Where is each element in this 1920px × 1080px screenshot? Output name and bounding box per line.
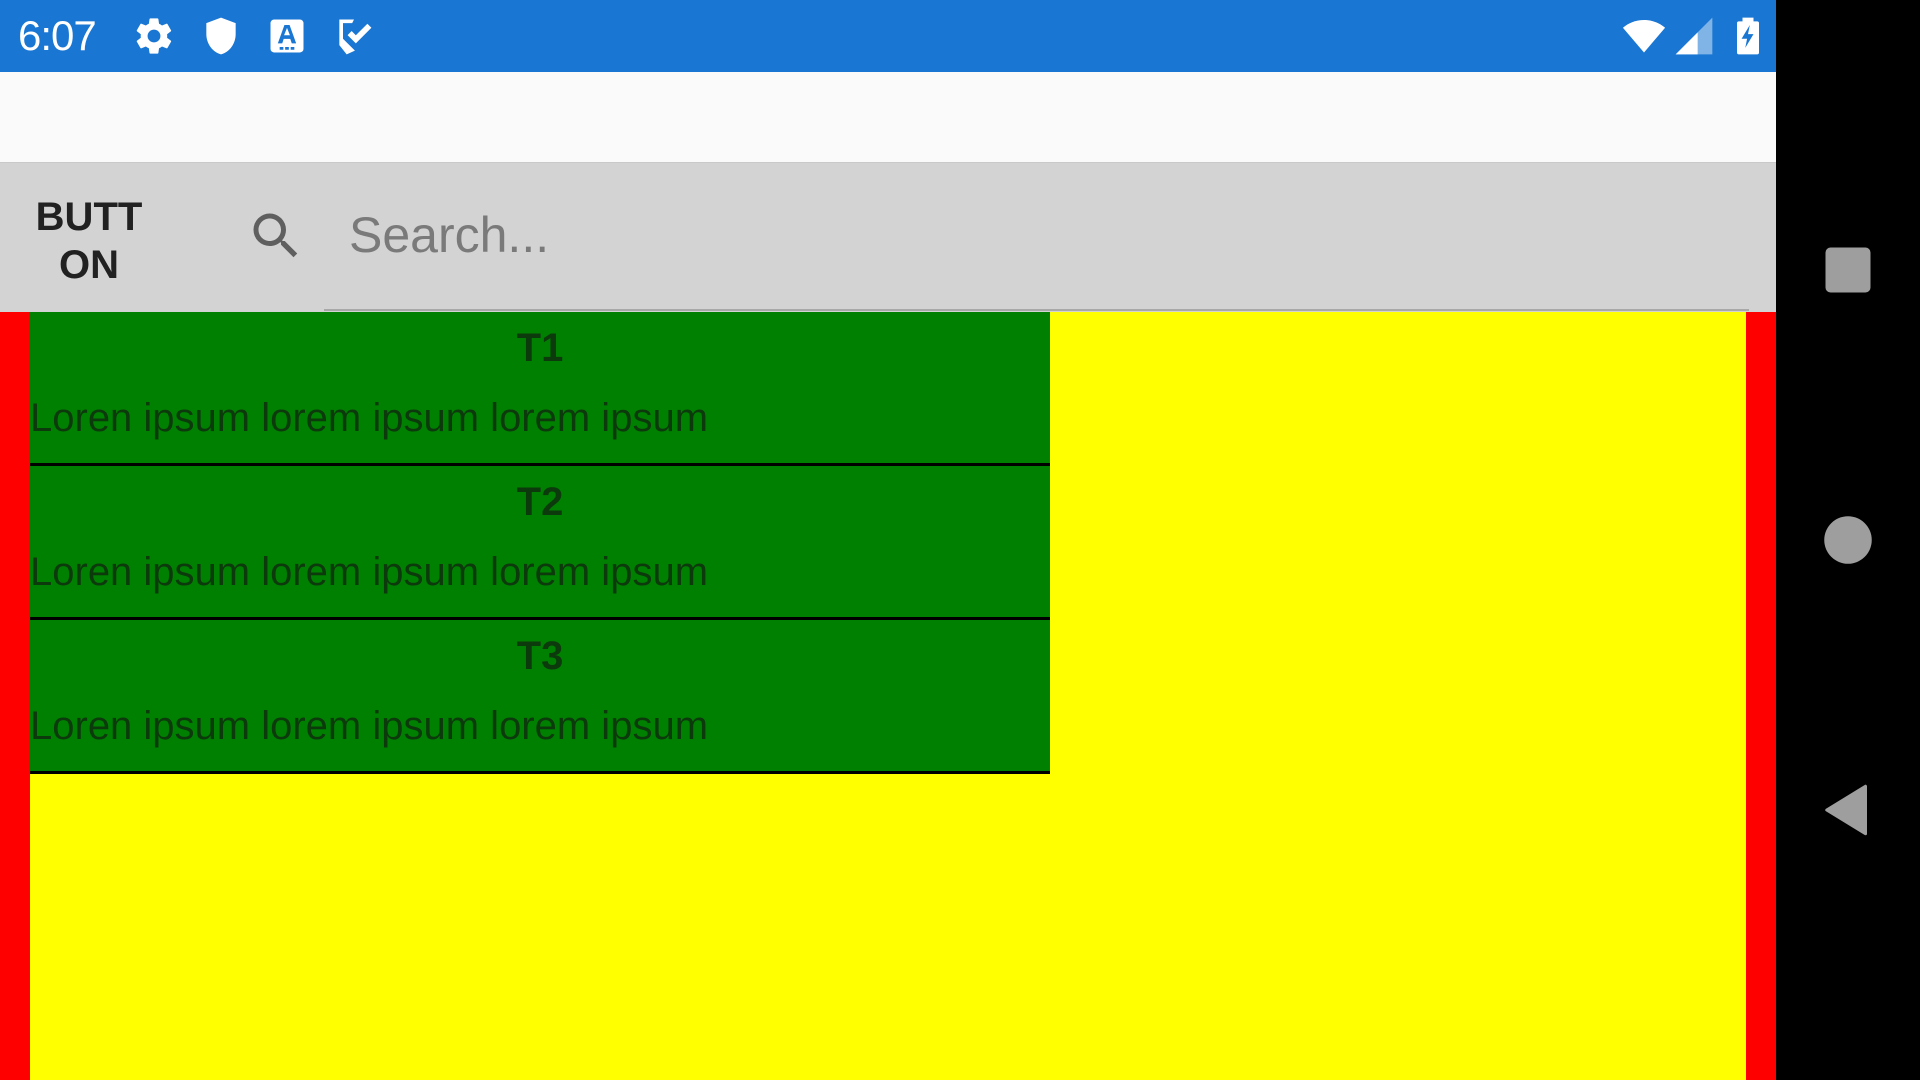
settings-icon (132, 14, 176, 58)
search-underline (324, 309, 1749, 311)
font-a-icon (265, 14, 309, 58)
app-bar (0, 72, 1776, 163)
search-icon[interactable] (246, 206, 306, 266)
wifi-icon (1619, 14, 1669, 58)
back-icon[interactable] (1818, 780, 1878, 840)
shield-icon (199, 14, 243, 58)
home-icon[interactable] (1818, 510, 1878, 570)
item-title: T1 (516, 326, 564, 370)
cell-signal-icon (1672, 14, 1716, 58)
item-title: T3 (516, 634, 564, 678)
search-input[interactable] (324, 200, 1749, 270)
task-check-icon (332, 14, 376, 58)
item-body: Loren ipsum lorem ipsum lorem ipsum (30, 396, 709, 440)
status-bar: 6:07 (0, 0, 1776, 72)
recents-icon[interactable] (1818, 240, 1878, 300)
item-body: Loren ipsum lorem ipsum lorem ipsum (30, 550, 709, 594)
battery-charging-icon (1726, 14, 1770, 58)
status-time: 6:07 (18, 12, 97, 59)
list-item[interactable]: T3 Loren ipsum lorem ipsum lorem ipsum (30, 620, 1050, 774)
navigation-bar (1776, 0, 1920, 1080)
item-title: T2 (516, 480, 564, 524)
item-body: Loren ipsum lorem ipsum lorem ipsum (30, 704, 709, 748)
item-list: T1 Loren ipsum lorem ipsum lorem ipsum T… (30, 312, 1050, 774)
toolbar-button[interactable]: BUTTON (24, 191, 154, 291)
list-item[interactable]: T1 Loren ipsum lorem ipsum lorem ipsum (30, 312, 1050, 466)
list-item[interactable]: T2 Loren ipsum lorem ipsum lorem ipsum (30, 466, 1050, 620)
